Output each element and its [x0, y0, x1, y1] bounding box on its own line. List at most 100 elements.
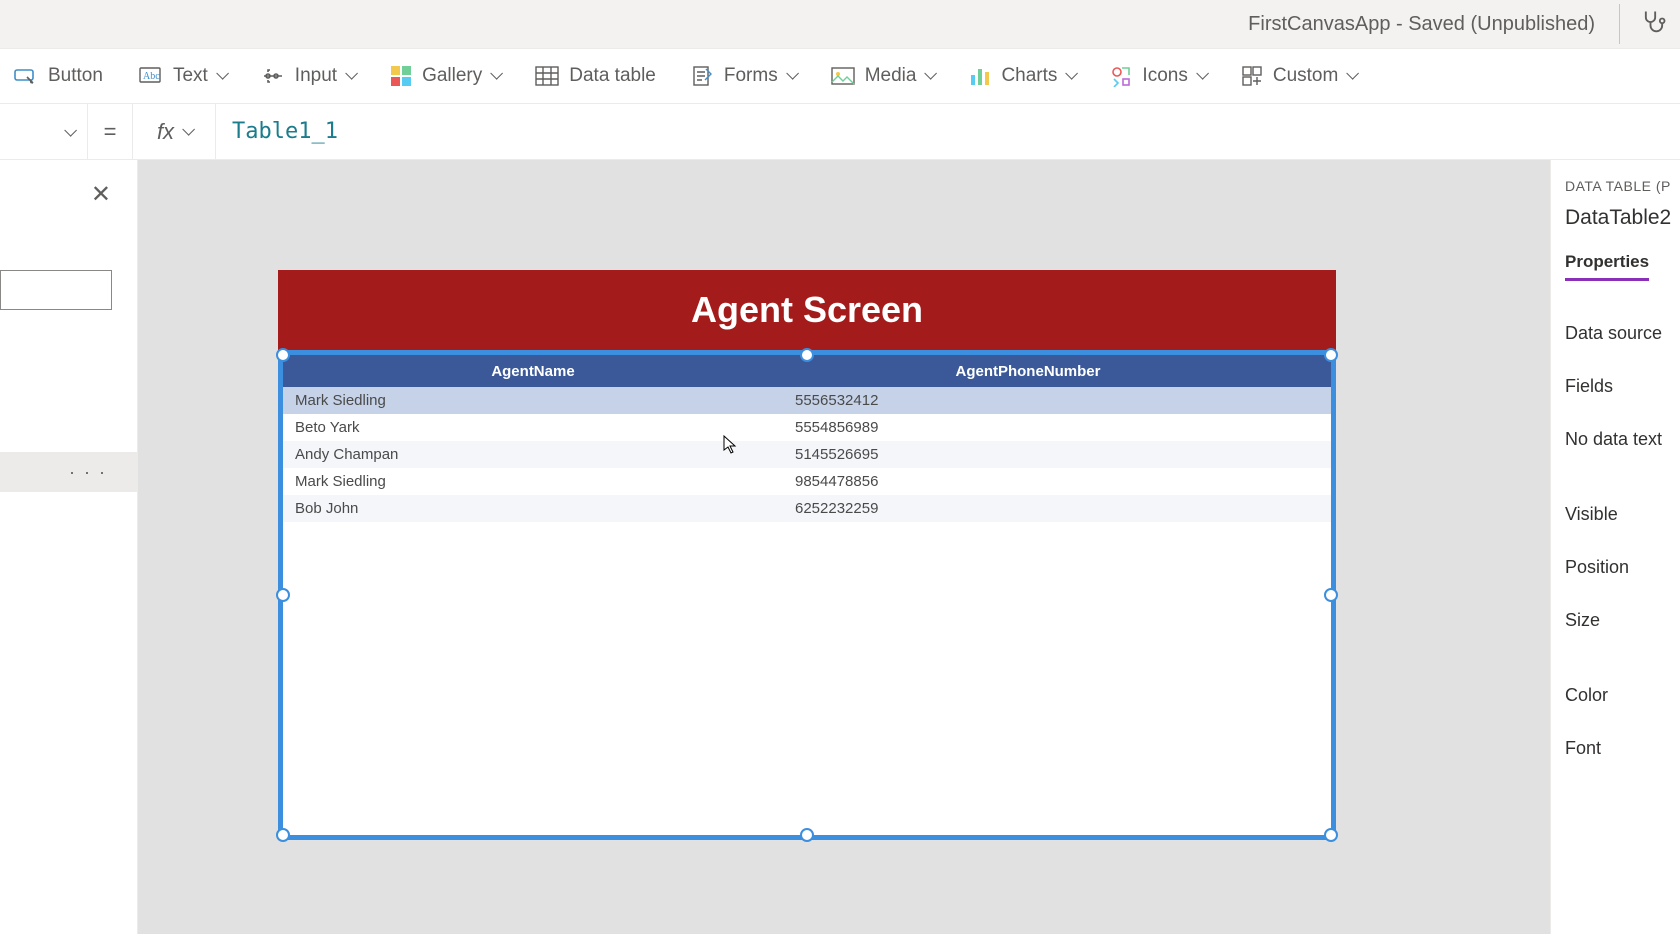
title-divider [1619, 4, 1620, 44]
resize-handle[interactable] [276, 828, 290, 842]
formula-input[interactable] [216, 104, 1680, 159]
chevron-down-icon [924, 69, 933, 83]
insert-datatable-label: Data table [569, 65, 656, 87]
close-icon[interactable]: ✕ [91, 180, 111, 209]
formula-bar: = fx [0, 104, 1680, 160]
media-icon [831, 66, 855, 86]
table-row[interactable]: Beto Yark5554856989 [283, 414, 1331, 441]
prop-color[interactable]: Color [1565, 669, 1680, 722]
resize-handle[interactable] [800, 348, 814, 362]
workspace: ✕ · · · Agent Screen AgentName Ag [0, 160, 1680, 934]
control-type-label: DATA TABLE (P [1565, 178, 1680, 194]
table-row[interactable]: Bob John6252232259 [283, 495, 1331, 522]
forms-icon [692, 65, 714, 87]
cell-agentphone: 9854478856 [795, 473, 1285, 490]
prop-data-source[interactable]: Data source [1565, 307, 1680, 360]
insert-input-label: Input [295, 65, 337, 87]
gallery-icon [390, 65, 412, 87]
fx-button[interactable]: fx [132, 104, 216, 159]
prop-no-data-text[interactable]: No data text [1565, 413, 1680, 466]
chevron-down-icon [490, 69, 499, 83]
icons-icon [1110, 65, 1132, 87]
property-selector[interactable] [0, 104, 88, 159]
title-bar: FirstCanvasApp - Saved (Unpublished) [0, 0, 1680, 48]
app-screen: Agent Screen AgentName AgentPhoneNumber … [278, 270, 1336, 840]
table-row[interactable]: Mark Siedling5556532412 [283, 387, 1331, 414]
tree-search-input[interactable] [0, 270, 112, 310]
tab-properties[interactable]: Properties [1565, 252, 1649, 281]
prop-position[interactable]: Position [1565, 541, 1680, 594]
resize-handle[interactable] [276, 588, 290, 602]
chevron-down-icon [345, 69, 354, 83]
text-icon: Abc [139, 66, 163, 86]
insert-media-label: Media [865, 65, 917, 87]
tree-item-selected[interactable]: · · · [0, 452, 137, 492]
insert-gallery[interactable]: Gallery [384, 61, 505, 91]
insert-forms-label: Forms [724, 65, 778, 87]
cell-agentphone: 5145526695 [795, 446, 1285, 463]
tree-view-pane: ✕ · · · [0, 160, 138, 934]
cell-agentname: Mark Siedling [295, 473, 795, 490]
properties-pane: DATA TABLE (P DataTable2 Properties Data… [1550, 160, 1680, 934]
equals-sign: = [88, 119, 132, 145]
charts-icon [969, 65, 991, 87]
resize-handle[interactable] [1324, 828, 1338, 842]
input-icon [261, 66, 285, 86]
insert-datatable[interactable]: Data table [529, 61, 662, 91]
table-body: Mark Siedling5556532412Beto Yark55548569… [283, 387, 1331, 522]
resize-handle[interactable] [800, 828, 814, 842]
button-icon [14, 65, 38, 87]
cell-agentname: Mark Siedling [295, 392, 795, 409]
cell-agentname: Bob John [295, 500, 795, 517]
app-title: FirstCanvasApp - Saved (Unpublished) [1248, 13, 1595, 36]
prop-fields[interactable]: Fields [1565, 360, 1680, 413]
datatable-control[interactable]: AgentName AgentPhoneNumber Mark Siedling… [278, 350, 1336, 840]
insert-gallery-label: Gallery [422, 65, 482, 87]
chevron-down-icon [216, 69, 225, 83]
chevron-down-icon [1346, 69, 1355, 83]
prop-font[interactable]: Font [1565, 722, 1680, 775]
column-header-agentname[interactable]: AgentName [283, 363, 783, 380]
canvas-area[interactable]: Agent Screen AgentName AgentPhoneNumber … [138, 160, 1550, 934]
insert-text[interactable]: Abc Text [133, 61, 231, 91]
insert-icons[interactable]: Icons [1104, 61, 1210, 91]
insert-ribbon: Button Abc Text Input Gallery Data table… [0, 48, 1680, 104]
column-header-agentphone[interactable]: AgentPhoneNumber [783, 363, 1273, 380]
chevron-down-icon [1065, 69, 1074, 83]
chevron-down-icon [786, 69, 795, 83]
prop-size[interactable]: Size [1565, 594, 1680, 647]
insert-custom-label: Custom [1273, 65, 1338, 87]
cell-agentphone: 5554856989 [795, 419, 1285, 436]
insert-button-label: Button [48, 65, 103, 87]
custom-icon [1241, 65, 1263, 87]
insert-charts[interactable]: Charts [963, 61, 1080, 91]
prop-visible[interactable]: Visible [1565, 488, 1680, 541]
table-row[interactable]: Mark Siedling9854478856 [283, 468, 1331, 495]
chevron-down-icon [1196, 69, 1205, 83]
insert-button[interactable]: Button [8, 61, 109, 91]
cell-agentname: Andy Champan [295, 446, 795, 463]
insert-forms[interactable]: Forms [686, 61, 801, 91]
chevron-down-icon [182, 125, 191, 139]
insert-custom[interactable]: Custom [1235, 61, 1361, 91]
insert-icons-label: Icons [1142, 65, 1187, 87]
screen-title: Agent Screen [278, 270, 1336, 350]
svg-text:Abc: Abc [143, 71, 160, 82]
cell-agentname: Beto Yark [295, 419, 795, 436]
insert-input[interactable]: Input [255, 61, 360, 91]
resize-handle[interactable] [1324, 348, 1338, 362]
cell-agentphone: 5556532412 [795, 392, 1285, 409]
fx-label: fx [157, 119, 174, 145]
insert-charts-label: Charts [1001, 65, 1057, 87]
control-name[interactable]: DataTable2 [1565, 206, 1680, 230]
resize-handle[interactable] [1324, 588, 1338, 602]
insert-media[interactable]: Media [825, 61, 940, 91]
insert-text-label: Text [173, 65, 208, 87]
app-checker-icon[interactable] [1640, 8, 1668, 41]
table-row[interactable]: Andy Champan5145526695 [283, 441, 1331, 468]
cell-agentphone: 6252232259 [795, 500, 1285, 517]
resize-handle[interactable] [276, 348, 290, 362]
datatable-icon [535, 66, 559, 86]
more-icon[interactable]: · · · [69, 462, 107, 483]
chevron-down-icon [64, 124, 73, 140]
